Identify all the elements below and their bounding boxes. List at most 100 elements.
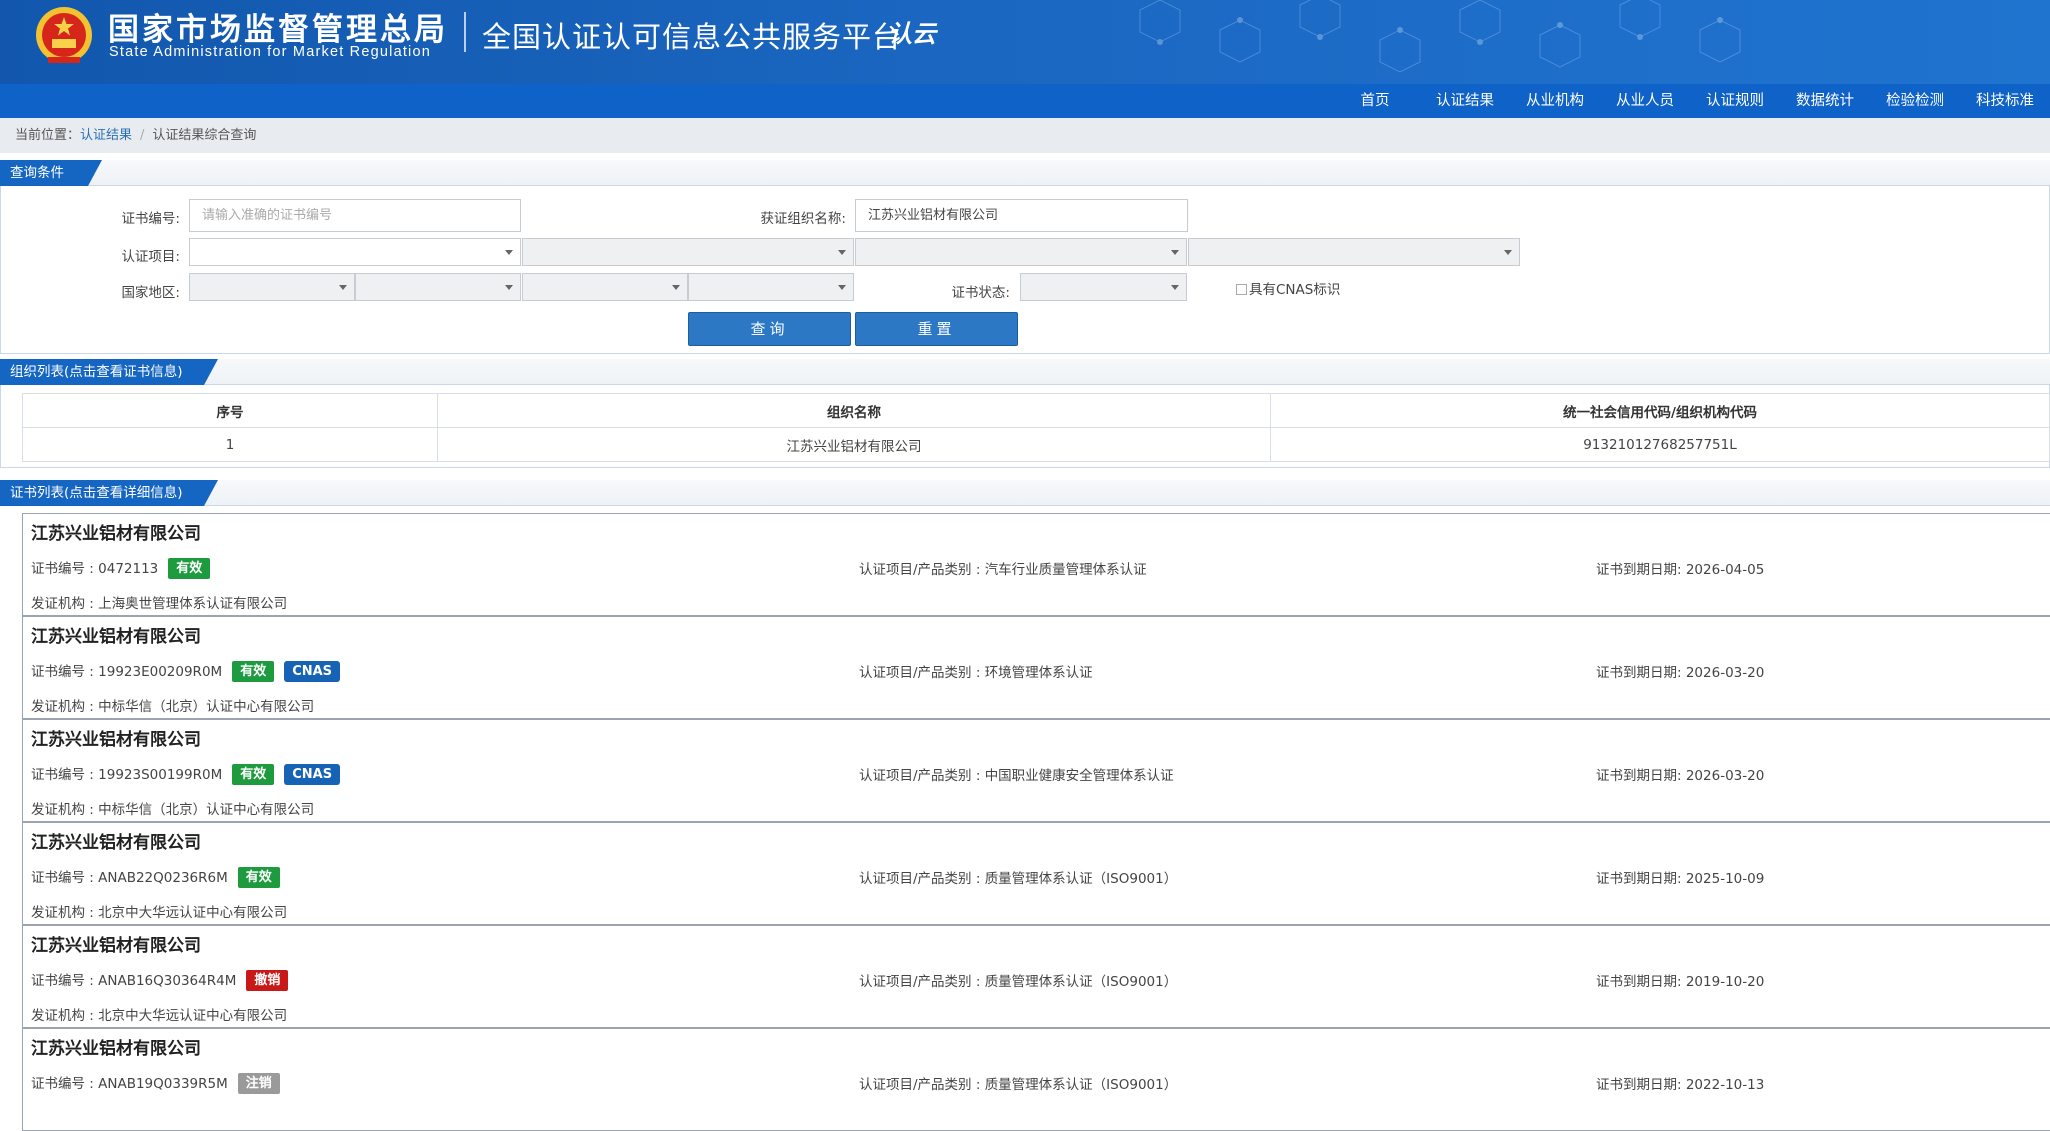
chevron-down-icon	[1171, 285, 1179, 290]
cnas-badge: CNAS	[284, 661, 341, 682]
cert-issuer-value: 北京中大华远认证中心有限公司	[98, 1008, 288, 1024]
org-name-input[interactable]: 江苏兴业铝材有限公司	[855, 199, 1188, 232]
cert-item-row: 认证项目/产品类别 : 质量管理体系认证（ISO9001）	[859, 1073, 1177, 1093]
nav-cert-results[interactable]: 认证结果	[1420, 84, 1510, 118]
cert-no-value: ANAB22Q0236R6M	[98, 870, 228, 886]
nav-home[interactable]: 首页	[1330, 84, 1420, 118]
cloud-logo: 认云	[888, 20, 936, 48]
cert-expire-value: 2022-10-13	[1685, 1077, 1765, 1093]
cert-status-label: 证书状态:	[951, 285, 1010, 301]
cert-no-value: 19923E00209R0M	[98, 664, 223, 680]
query-section-header: 查询条件	[0, 160, 2050, 186]
breadcrumb-separator: /	[140, 128, 145, 143]
org-row-code: 91321012768257751L	[1270, 427, 2050, 462]
breadcrumb-prefix: 当前位置：	[15, 128, 81, 143]
cert-no-input[interactable]: 请输入准确的证书编号	[189, 199, 521, 232]
site-banner: 国家市场监督管理总局 State Administration for Mark…	[0, 0, 2050, 84]
cert-item-value: 环境管理体系认证	[984, 665, 1093, 681]
cert-status-select[interactable]	[1020, 273, 1187, 301]
cert-card[interactable]: 江苏兴业铝材有限公司 证书编号 : ANAB19Q0339R5M 注销 认证项目/产品…	[22, 1028, 2050, 1131]
cert-no-row: 证书编号 : ANAB22Q0236R6M 有效	[31, 866, 280, 888]
cert-org-name: 江苏兴业铝材有限公司	[31, 524, 201, 544]
reset-button[interactable]: 重置	[855, 312, 1018, 346]
cert-no-row: 证书编号 : 0472113 有效	[31, 557, 211, 579]
cert-no-prefix: 证书编号 :	[31, 561, 99, 577]
cert-item-row: 认证项目/产品类别 : 中国职业健康安全管理体系认证	[859, 764, 1174, 784]
cert-card[interactable]: 江苏兴业铝材有限公司 证书编号 : 19923E00209R0M 有效 CNAS 认证项…	[22, 616, 2050, 719]
cert-card[interactable]: 江苏兴业铝材有限公司 证书编号 : ANAB16Q30364R4M 撤销 认证项目/产…	[22, 925, 2050, 1028]
col-index: 序号	[22, 393, 438, 428]
cert-org-name: 江苏兴业铝材有限公司	[31, 730, 201, 750]
nav-inspection[interactable]: 检验检测	[1870, 84, 1960, 118]
region-select-4[interactable]	[688, 273, 854, 301]
cert-issuer-prefix: 发证机构 :	[31, 1008, 99, 1024]
chevron-down-icon	[672, 285, 680, 290]
cert-item-value: 中国职业健康安全管理体系认证	[984, 768, 1174, 784]
org-table: 序号 组织名称 统一社会信用代码/组织机构代码 1 江苏兴业铝材有限公司 913…	[22, 393, 2050, 462]
chevron-down-icon	[1171, 250, 1179, 255]
cert-item-value: 质量管理体系认证（ISO9001）	[984, 974, 1178, 990]
org-row-name[interactable]: 江苏兴业铝材有限公司	[437, 427, 1271, 462]
cert-expire-row: 证书到期日期: 2026-03-20	[1596, 764, 1764, 784]
cert-issuer-row: 发证机构 : 中标华信（北京）认证中心有限公司	[31, 798, 314, 818]
org-row-index: 1	[22, 427, 438, 462]
cert-item-prefix: 认证项目/产品类别 :	[859, 665, 985, 681]
cert-expire-value: 2026-03-20	[1685, 768, 1765, 784]
cert-expire-row: 证书到期日期: 2026-04-05	[1596, 558, 1764, 578]
cnas-badge: CNAS	[284, 764, 341, 785]
nav-institutions[interactable]: 从业机构	[1510, 84, 1600, 118]
cert-no-prefix: 证书编号 :	[31, 973, 99, 989]
cert-expire-value: 2026-04-05	[1685, 562, 1765, 578]
cert-expire-row: 证书到期日期: 2019-10-20	[1596, 970, 1764, 990]
cert-expire-value: 2025-10-09	[1685, 871, 1765, 887]
cert-card[interactable]: 江苏兴业铝材有限公司 证书编号 : ANAB22Q0236R6M 有效 认证项目/产品…	[22, 822, 2050, 925]
cert-issuer-row: 发证机构 : 中标华信（北京）认证中心有限公司	[31, 695, 314, 715]
nav-personnel[interactable]: 从业人员	[1600, 84, 1690, 118]
cert-no-prefix: 证书编号 :	[31, 870, 99, 886]
cert-expire-value: 2026-03-20	[1685, 665, 1765, 681]
col-credit-code: 统一社会信用代码/组织机构代码	[1270, 393, 2050, 428]
cnas-checkbox-wrap[interactable]: 具有CNAS标识	[1236, 278, 1340, 298]
cert-issuer-value: 中标华信（北京）认证中心有限公司	[98, 699, 315, 715]
cert-org-name: 江苏兴业铝材有限公司	[31, 1039, 201, 1059]
national-emblem-icon	[36, 7, 92, 63]
cert-org-name: 江苏兴业铝材有限公司	[31, 627, 201, 647]
org-section-header: 组织列表(点击查看证书信息)	[0, 359, 2050, 385]
cert-item-prefix: 认证项目/产品类别 :	[859, 974, 985, 990]
cert-issuer-row: 发证机构 : 上海奥世管理体系认证有限公司	[31, 592, 287, 612]
header-divider	[464, 12, 466, 52]
chevron-down-icon	[1504, 250, 1512, 255]
cert-item-select-4[interactable]	[1188, 238, 1520, 266]
cert-expire-prefix: 证书到期日期:	[1596, 871, 1686, 887]
cert-item-prefix: 认证项目/产品类别 :	[859, 768, 985, 784]
nav-standards[interactable]: 科技标准	[1960, 84, 2050, 118]
region-select-3[interactable]	[522, 273, 688, 301]
cert-item-select-1[interactable]	[189, 238, 521, 266]
query-section-title: 查询条件	[0, 160, 102, 186]
region-select-2[interactable]	[355, 273, 521, 301]
cert-issuer-value: 北京中大华远认证中心有限公司	[98, 905, 288, 921]
cert-org-name: 江苏兴业铝材有限公司	[31, 833, 201, 853]
region-select-1[interactable]	[189, 273, 355, 301]
cert-expire-prefix: 证书到期日期:	[1596, 1077, 1686, 1093]
breadcrumb-current: 认证结果综合查询	[152, 128, 257, 143]
table-row[interactable]: 1 江苏兴业铝材有限公司 91321012768257751L	[22, 427, 2050, 462]
cert-card[interactable]: 江苏兴业铝材有限公司 证书编号 : 0472113 有效 认证项目/产品类别 : 汽车…	[22, 513, 2050, 616]
cert-section-header: 证书列表(点击查看详细信息)	[0, 480, 2050, 506]
cert-item-select-3[interactable]	[855, 238, 1187, 266]
cert-no-row: 证书编号 : 19923S00199R0M 有效 CNAS	[31, 763, 341, 785]
cnas-checkbox[interactable]	[1236, 284, 1247, 295]
cert-no-label: 证书编号:	[121, 211, 180, 227]
cert-item-select-2[interactable]	[522, 238, 854, 266]
nav-cert-rules[interactable]: 认证规则	[1690, 84, 1780, 118]
cert-card[interactable]: 江苏兴业铝材有限公司证书编号 : 19923S00199R0M 有效 CNAS 认证项…	[22, 719, 2050, 822]
breadcrumb-link-cert-results[interactable]: 认证结果	[80, 128, 132, 143]
region-label: 国家地区:	[121, 285, 180, 301]
cert-expire-row: 证书到期日期: 2025-10-09	[1596, 867, 1764, 887]
org-table-header: 序号 组织名称 统一社会信用代码/组织机构代码	[22, 393, 2050, 428]
search-button[interactable]: 查询	[688, 312, 851, 346]
nav-statistics[interactable]: 数据统计	[1780, 84, 1870, 118]
chevron-down-icon	[505, 285, 513, 290]
cert-no-value: 0472113	[98, 561, 159, 577]
cert-expire-row: 证书到期日期: 2026-03-20	[1596, 661, 1764, 681]
